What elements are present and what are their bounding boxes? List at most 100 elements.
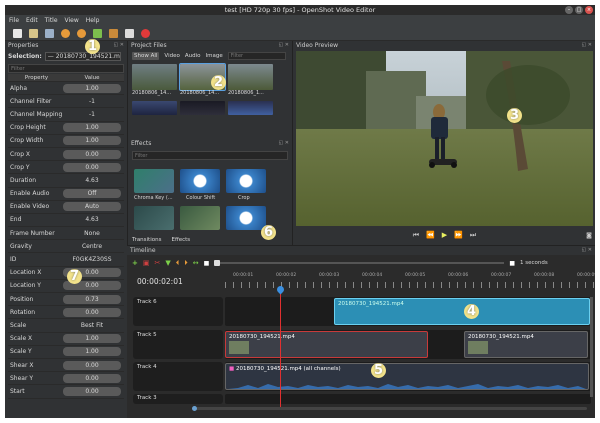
menu-edit[interactable]: Edit — [26, 17, 38, 24]
next-marker-icon[interactable]: ⏵ — [184, 259, 188, 268]
track-header-3[interactable]: Track 3 — [133, 394, 223, 404]
scrollbar-handle[interactable] — [192, 406, 197, 411]
panel-controls-icon[interactable]: ◱ ✕ — [278, 139, 289, 148]
property-row[interactable]: Gravity Centre — [8, 240, 124, 254]
property-value[interactable]: -1 — [63, 111, 121, 118]
property-row[interactable]: Shear Y 0.00 — [8, 372, 124, 386]
camera-snapshot-icon[interactable]: ◙ — [586, 232, 592, 239]
property-row[interactable]: Duration 4.63 — [8, 174, 124, 188]
property-value[interactable]: 0.73 — [63, 294, 121, 304]
property-row[interactable]: Start 0.00 — [8, 385, 124, 399]
property-value[interactable]: 1.00 — [63, 123, 121, 133]
choose-profile-icon[interactable] — [109, 28, 118, 38]
property-row[interactable]: Shear X 0.00 — [8, 359, 124, 373]
panel-controls-icon[interactable]: ◱ ✕ — [278, 41, 289, 50]
effect-crop[interactable]: Crop — [226, 169, 266, 201]
panel-controls-icon[interactable]: ◱ ✕ — [581, 41, 592, 50]
property-row[interactable]: Enable Audio Off — [8, 188, 124, 201]
jump-start-icon[interactable]: ⏮ — [413, 231, 419, 240]
property-value[interactable]: None — [63, 230, 121, 237]
playhead-line[interactable] — [280, 288, 281, 410]
timeline-vertical-scrollbar[interactable] — [590, 297, 593, 397]
track-header-4[interactable]: Track 4 — [133, 362, 223, 391]
property-row[interactable]: ID F0GK4Z30SS — [8, 253, 124, 267]
tab-effects[interactable]: Effects — [171, 237, 190, 243]
menu-file[interactable]: File — [9, 17, 19, 24]
razor-icon[interactable]: ✂ — [155, 259, 161, 267]
property-row[interactable]: Location Y 0.00 — [8, 280, 124, 293]
fullscreen-icon[interactable] — [125, 28, 134, 38]
property-value[interactable]: -1 — [63, 98, 121, 105]
property-row[interactable]: Crop Y 0.00 — [8, 161, 124, 175]
zoom-slider[interactable] — [214, 260, 505, 266]
property-value[interactable]: Off — [63, 189, 121, 199]
save-project-icon[interactable] — [45, 28, 54, 38]
file-thumbnail[interactable] — [228, 101, 273, 115]
properties-filter-input[interactable]: Filter — [8, 64, 124, 73]
property-row[interactable]: Channel Mapping -1 — [8, 108, 124, 122]
property-value[interactable]: 0.00 — [63, 373, 121, 383]
property-value[interactable]: 0.00 — [63, 162, 121, 172]
import-files-icon[interactable] — [93, 28, 102, 38]
property-value[interactable]: 1.00 — [63, 136, 121, 146]
effect-chroma-key[interactable]: Chroma Key (... — [134, 169, 174, 201]
property-row[interactable]: Crop X 0.00 — [8, 148, 124, 162]
redo-icon[interactable] — [77, 28, 86, 38]
property-value[interactable]: 0.00 — [63, 360, 121, 370]
play-icon[interactable]: ▶ — [442, 231, 447, 239]
new-project-icon[interactable] — [13, 28, 22, 38]
property-value[interactable]: Best Fit — [63, 322, 121, 329]
property-row[interactable]: Position 0.73 — [8, 293, 124, 307]
property-value[interactable]: Centre — [63, 243, 121, 250]
property-row[interactable]: Crop Height 1.00 — [8, 122, 124, 135]
undo-icon[interactable] — [61, 28, 70, 38]
menu-help[interactable]: Help — [86, 17, 100, 24]
property-row[interactable]: Scale Y 1.00 — [8, 346, 124, 359]
property-row[interactable]: Enable Video Auto — [8, 201, 124, 214]
timeline-clip[interactable]: 20180730_194521.mp4 — [464, 331, 588, 358]
tab-transitions[interactable]: Transitions — [132, 237, 161, 243]
file-thumbnail[interactable] — [180, 101, 225, 115]
tab-audio[interactable]: Audio — [185, 53, 201, 59]
zoom-slider-handle[interactable] — [214, 260, 221, 266]
effects-filter-input[interactable]: Filter — [132, 151, 288, 160]
panel-controls-icon[interactable]: ◱ ✕ — [581, 246, 592, 255]
property-value[interactable]: 0.00 — [63, 307, 121, 317]
property-row[interactable]: Frame Number None — [8, 227, 124, 241]
close-icon[interactable]: × — [585, 6, 593, 14]
menu-title[interactable]: Title — [45, 17, 58, 24]
property-row[interactable]: End 4.63 — [8, 214, 124, 228]
track-header-5[interactable]: Track 5 — [133, 330, 223, 359]
jump-end-icon[interactable]: ⏭ — [470, 231, 476, 240]
add-track-icon[interactable]: + — [132, 259, 138, 267]
effect-thumbnail[interactable] — [226, 206, 266, 230]
property-row[interactable]: Crop Width 1.00 — [8, 135, 124, 148]
effect-thumbnail[interactable] — [180, 206, 220, 230]
panel-controls-icon[interactable]: ◱ ✕ — [113, 41, 124, 50]
property-value[interactable]: 1.00 — [63, 334, 121, 344]
property-row[interactable]: Rotation 0.00 — [8, 306, 124, 320]
property-value[interactable]: 1.00 — [63, 83, 121, 93]
effect-colour-shift[interactable]: Colour Shift — [180, 169, 220, 201]
effect-thumbnail[interactable] — [134, 206, 174, 230]
minimize-icon[interactable]: – — [565, 6, 573, 14]
project-files-filter-input[interactable]: Filter — [227, 51, 286, 60]
property-row[interactable]: Channel Filter -1 — [8, 95, 124, 109]
property-row[interactable]: Alpha 1.00 — [8, 82, 124, 96]
export-video-icon[interactable] — [141, 28, 150, 38]
zoom-in-icon[interactable]: ■ — [509, 260, 515, 267]
timeline-clip-selected[interactable]: 20180730_194521.mp4 — [334, 298, 590, 325]
timeline-clip[interactable]: 20180730_194521.mp4 — [225, 331, 428, 358]
property-value[interactable]: 0.00 — [63, 386, 121, 396]
file-thumbnail[interactable]: 20180806_1... — [228, 64, 273, 96]
property-value[interactable]: F0GK4Z30SS — [63, 256, 121, 263]
tab-video[interactable]: Video — [164, 53, 179, 59]
rewind-icon[interactable]: ⏪ — [426, 231, 435, 239]
tab-image[interactable]: Image — [205, 53, 222, 59]
maximize-icon[interactable]: □ — [575, 6, 583, 14]
file-thumbnail[interactable] — [132, 101, 177, 115]
center-playhead-icon[interactable]: ↔ — [193, 259, 199, 267]
open-project-icon[interactable] — [29, 28, 38, 38]
selection-dropdown[interactable]: — 20180730_194521.mp4 ▾ — [44, 52, 121, 61]
track-header-6[interactable]: Track 6 — [133, 297, 223, 326]
